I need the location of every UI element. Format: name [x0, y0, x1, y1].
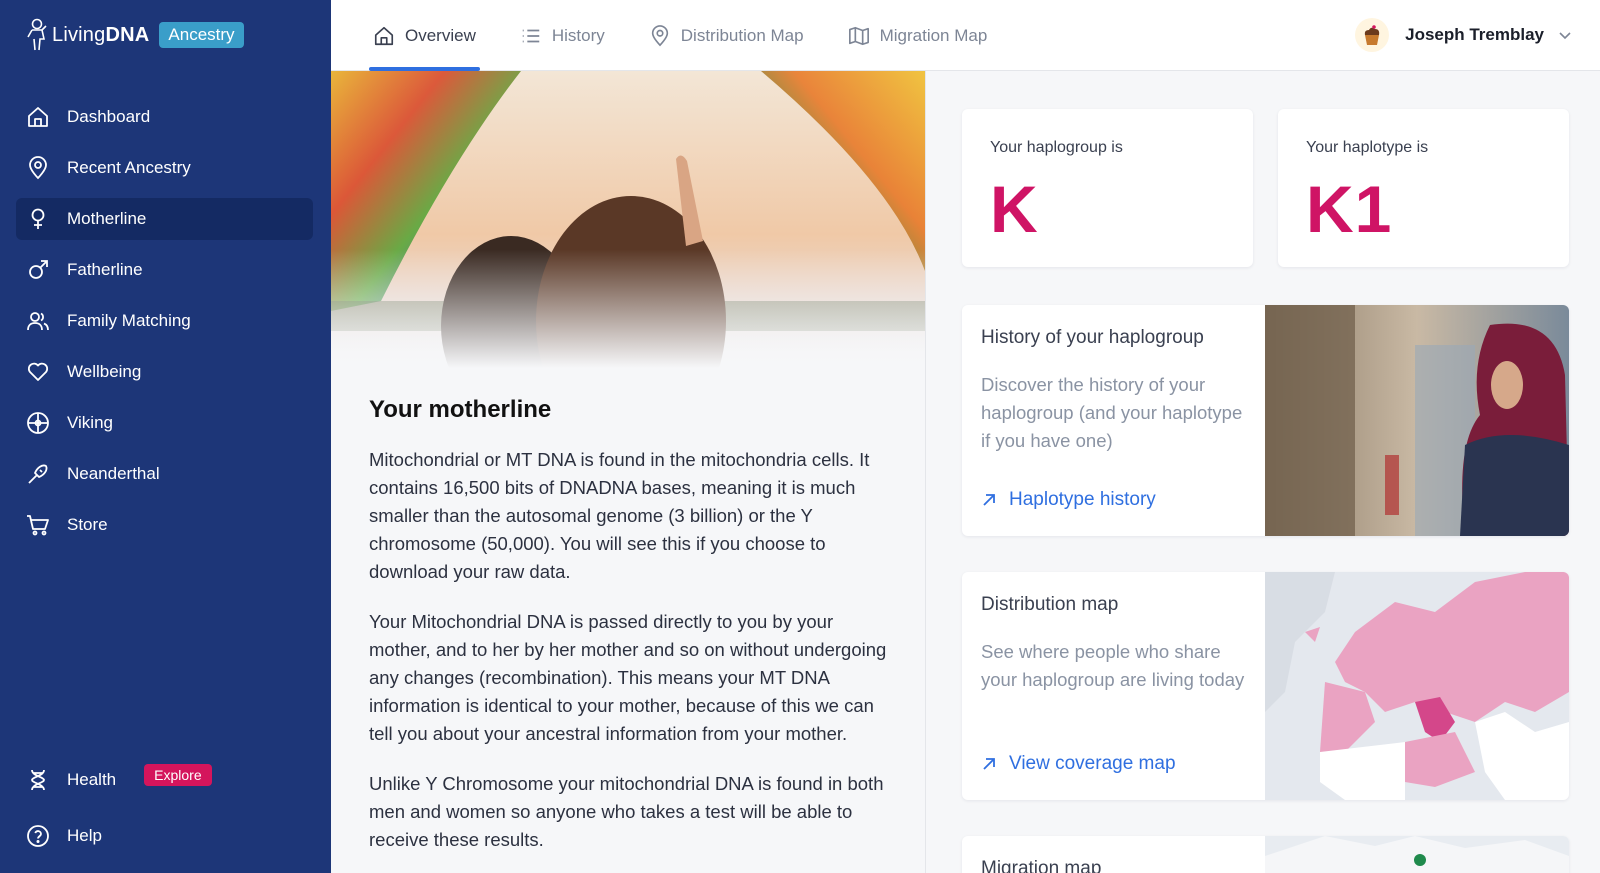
sidebar-item-label: Neanderthal: [67, 464, 160, 483]
club-icon: [26, 462, 50, 486]
sidebar-item-recent-ancestry[interactable]: Recent Ancestry: [16, 147, 313, 189]
map-icon: [848, 26, 869, 45]
sidebar-item-label: Recent Ancestry: [67, 158, 191, 177]
haplogroup-value: K: [990, 172, 1039, 246]
tab-label: Overview: [405, 25, 476, 45]
brand-bold: DNA: [105, 23, 150, 46]
haplogroup-label: Your haplogroup is: [990, 139, 1123, 156]
map-pin-icon: [26, 156, 50, 180]
sidebar-item-label: Fatherline: [67, 260, 143, 279]
card-description: See where people who share your haplogro…: [981, 641, 1245, 690]
sidebar-item-health-wrap: Health Explore: [16, 759, 313, 810]
list-icon: [522, 29, 540, 42]
sidebar-item-label: Help: [67, 826, 102, 845]
user-menu[interactable]: Joseph Tremblay: [1355, 16, 1572, 54]
tab-migration-map[interactable]: Migration Map: [844, 0, 992, 71]
sidebar-nav: Dashboard Recent Ancestry Motherline Fat…: [16, 96, 313, 555]
motherline-content: Your motherline Mitochondrial or MT DNA …: [369, 396, 889, 873]
woman-in-city-photo: [1265, 305, 1569, 536]
chevron-down-icon: [1559, 32, 1571, 40]
motherline-panel: Your motherline Mitochondrial or MT DNA …: [331, 71, 925, 873]
brand-light: Living: [52, 23, 106, 46]
tab-overview[interactable]: Overview: [369, 0, 480, 71]
history-card: History of your haplogroup Discover the …: [962, 305, 1569, 536]
sidebar-item-label: Health: [67, 770, 117, 789]
logo[interactable]: LivingDNA Ancestry: [24, 16, 244, 54]
hero-image: [331, 71, 925, 368]
card-title: Migration map: [981, 858, 1102, 873]
heart-icon: [26, 360, 50, 384]
card-title: History of your haplogroup: [981, 327, 1204, 348]
haplotype-label: Your haplotype is: [1306, 139, 1429, 156]
sidebar-item-store[interactable]: Store: [16, 504, 313, 546]
sidebar-item-fatherline[interactable]: Fatherline: [16, 249, 313, 291]
tab-label: Distribution Map: [680, 25, 804, 45]
sidebar-item-label: Motherline: [67, 209, 147, 228]
paragraph: Your Mitochondrial DNA is passed directl…: [369, 611, 887, 744]
tab-bar: Overview History Distribution Map Migrat…: [369, 0, 1027, 71]
summary-panel: Your haplogroup is K Your haplotype is K…: [926, 71, 1600, 873]
female-symbol-icon: [26, 207, 50, 231]
home-icon: [374, 26, 394, 45]
link-label: View coverage map: [1009, 753, 1176, 774]
arrow-up-right-icon: [983, 494, 995, 506]
street-photo: [1265, 305, 1569, 536]
haplogroup-card: Your haplogroup is K: [962, 109, 1253, 267]
dna-icon: [26, 768, 50, 792]
tab-label: Migration Map: [879, 25, 988, 45]
distribution-card: Distribution map See where people who sh…: [962, 572, 1569, 800]
link-label: Haplotype history: [1009, 489, 1156, 510]
card-description: Discover the history of your haplogroup …: [981, 374, 1243, 451]
users-icon: [26, 309, 50, 333]
ancestry-badge: Ancestry: [159, 22, 244, 48]
sidebar-item-label: Store: [67, 515, 108, 534]
help-circle-icon: [26, 824, 50, 848]
sidebar-item-viking[interactable]: Viking: [16, 402, 313, 444]
hot-air-balloon-photo: [331, 71, 925, 368]
male-symbol-icon: [26, 258, 50, 282]
migration-map-image: [1265, 836, 1569, 873]
sidebar-item-family-matching[interactable]: Family Matching: [16, 300, 313, 342]
sidebar-item-label: Dashboard: [67, 107, 151, 126]
sidebar-item-label: Family Matching: [67, 311, 191, 330]
sidebar-item-neanderthal[interactable]: Neanderthal: [16, 453, 313, 495]
tab-distribution-map[interactable]: Distribution Map: [645, 0, 808, 71]
map-pin-icon: [651, 24, 668, 46]
explore-badge[interactable]: Explore: [144, 764, 212, 786]
migration-card: Migration map: [962, 836, 1569, 873]
haplotype-history-link[interactable]: Haplotype history: [981, 489, 1156, 511]
view-coverage-map-link[interactable]: View coverage map: [981, 753, 1176, 775]
sidebar-item-help[interactable]: Help: [16, 815, 313, 857]
arrow-up-right-icon: [983, 758, 995, 770]
astronaut-logo-icon: [27, 18, 47, 51]
haplotype-card: Your haplotype is K1: [1278, 109, 1569, 267]
sidebar-item-health[interactable]: Health Explore: [16, 759, 313, 801]
tab-history[interactable]: History: [516, 0, 609, 71]
migration-map-thumbnail: [1265, 836, 1569, 873]
sidebar-item-wellbeing[interactable]: Wellbeing: [16, 351, 313, 393]
cupcake-avatar-icon: [1364, 25, 1380, 45]
section-title: Your motherline: [369, 396, 552, 423]
paragraph: Mitochondrial or MT DNA is found in the …: [369, 449, 870, 582]
tab-label: History: [551, 25, 605, 45]
home-icon: [26, 105, 50, 129]
world-map-thumbnail: [1265, 572, 1569, 800]
haplotype-value: K1: [1306, 172, 1393, 246]
avatar: [1355, 18, 1390, 52]
card-title: Distribution map: [981, 594, 1119, 615]
user-name: Joseph Tremblay: [1405, 25, 1544, 44]
viking-shield-icon: [26, 411, 50, 435]
cart-icon: [26, 513, 50, 537]
distribution-map-image: [1265, 572, 1569, 800]
sidebar: LivingDNA Ancestry Dashboard Recent Ance…: [0, 0, 331, 873]
top-bar: Overview History Distribution Map Migrat…: [331, 0, 1600, 71]
sidebar-item-label: Viking: [67, 413, 113, 432]
sidebar-item-dashboard[interactable]: Dashboard: [16, 96, 313, 138]
sidebar-item-motherline[interactable]: Motherline: [16, 198, 313, 240]
paragraph: Unlike Y Chromosome your mitochondrial D…: [369, 773, 884, 850]
sidebar-item-help-wrap: Help: [16, 815, 313, 866]
sidebar-item-label: Wellbeing: [67, 362, 142, 381]
